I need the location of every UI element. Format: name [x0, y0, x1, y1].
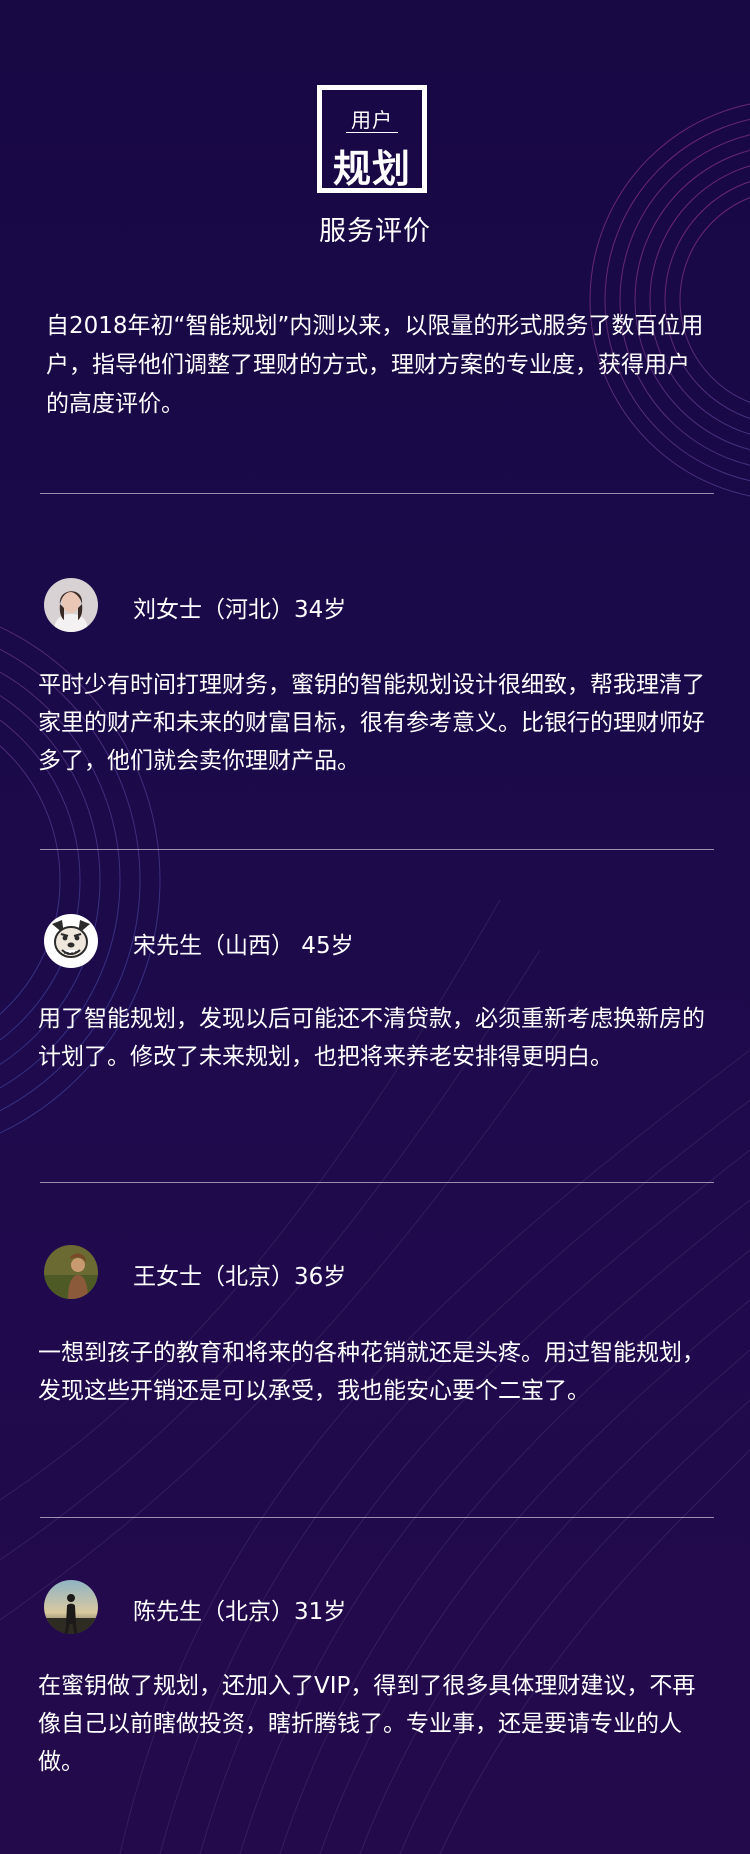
- avatar: [44, 578, 98, 632]
- section-divider: [40, 1182, 714, 1183]
- service-review-page: 用户 规划 服务评价 自2018年初“智能规划”内测以来，以限量的形式服务了数百…: [0, 0, 750, 1854]
- logo-box: 用户 规划: [317, 85, 427, 193]
- avatar: [44, 914, 98, 968]
- dog-cartoon-avatar-icon: [44, 914, 98, 968]
- reviewer-name: 王女士（北京）36岁: [133, 1264, 347, 1290]
- portrait-woman-avatar-icon: [44, 578, 98, 632]
- section-divider: [40, 1517, 714, 1518]
- review-text: 平时少有时间打理财务，蜜钥的智能规划设计很细致，帮我理清了家里的财产和未来的财富…: [38, 672, 705, 774]
- review-text: 在蜜钥做了规划，还加入了VIP，得到了很多具体理财建议，不再像自己以前瞎做投资，…: [38, 1673, 696, 1775]
- logo-bottom-text: 规划: [332, 147, 411, 191]
- reviewer-name: 刘女士（河北）34岁: [133, 597, 347, 623]
- section-divider: [40, 493, 714, 494]
- reviewer-name: 宋先生（山西） 45岁: [133, 933, 354, 959]
- review-header: 陈先生（北京）31岁: [44, 1580, 704, 1634]
- review-text: 一想到孩子的教育和将来的各种花销就还是头疼。用过智能规划，发现这些开销还是可以承…: [38, 1340, 705, 1404]
- review-header: 刘女士（河北）34岁: [44, 578, 704, 632]
- review-text: 用了智能规划，发现以后可能还不清贷款，必须重新考虑换新房的计划了。修改了未来规划…: [38, 1006, 705, 1070]
- woman-outdoor-avatar-icon: [44, 1245, 98, 1299]
- review-header: 宋先生（山西） 45岁: [44, 914, 704, 968]
- intro-paragraph: 自2018年初“智能规划”内测以来，以限量的形式服务了数百位用户，指导他们调整了…: [46, 313, 704, 417]
- reviewer-name: 陈先生（北京）31岁: [133, 1599, 347, 1625]
- avatar: [44, 1245, 98, 1299]
- page-title: 服务评价: [319, 216, 431, 247]
- review-header: 王女士（北京）36岁: [44, 1245, 704, 1299]
- man-silhouette-avatar-icon: [44, 1580, 98, 1634]
- avatar: [44, 1580, 98, 1634]
- logo-divider: [346, 132, 398, 133]
- section-divider: [40, 849, 714, 850]
- logo-top-text: 用户: [351, 108, 393, 132]
